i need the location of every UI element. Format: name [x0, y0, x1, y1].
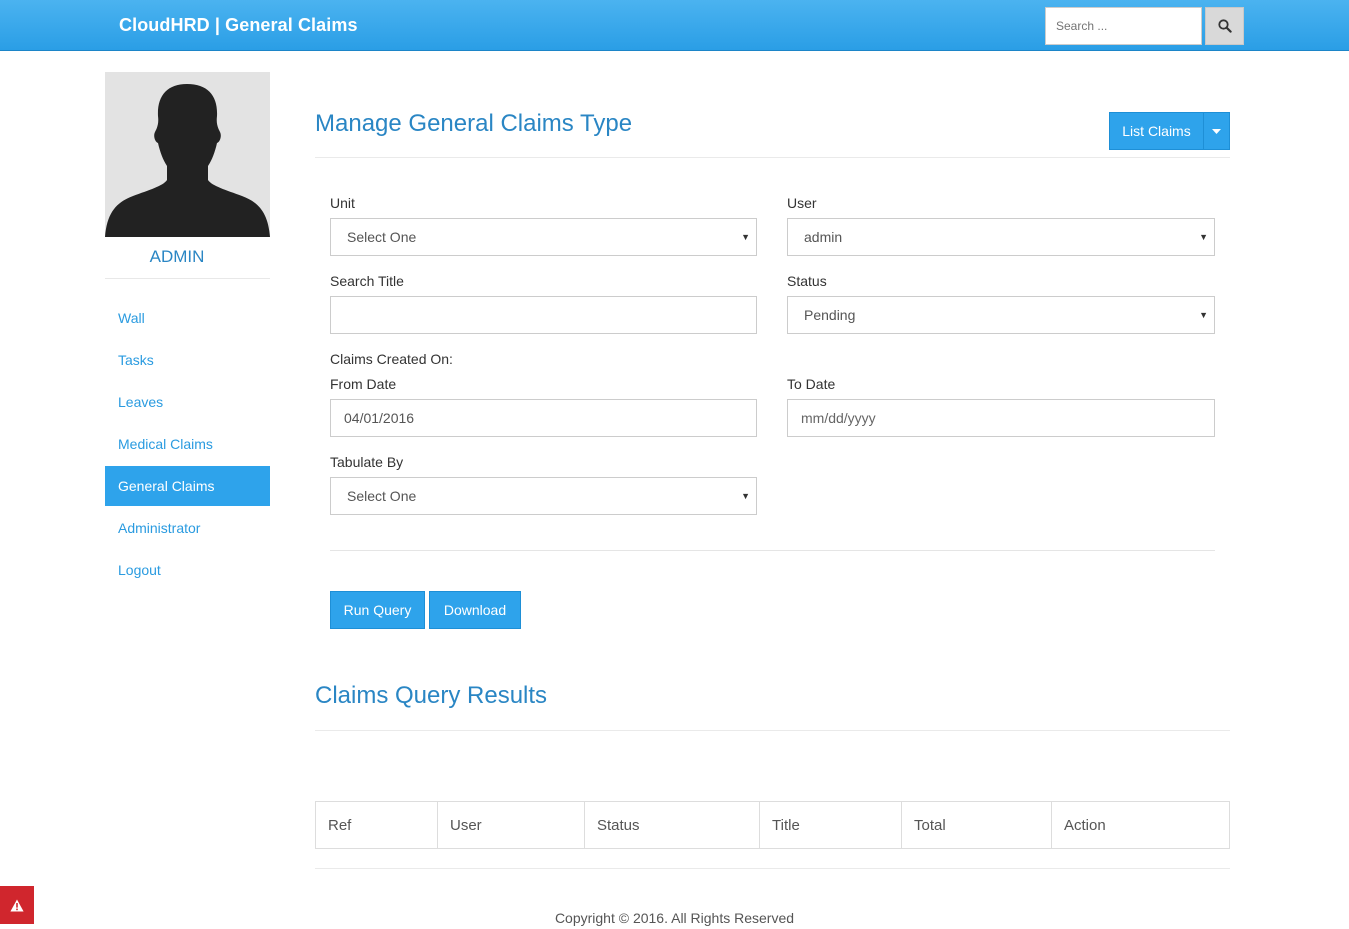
sidebar-nav: Wall Tasks Leaves Medical Claims General…	[105, 298, 270, 592]
search-button[interactable]	[1205, 7, 1244, 45]
user-silhouette-icon	[105, 84, 270, 237]
sidebar-item-general-claims[interactable]: General Claims	[105, 466, 270, 506]
page-title: Manage General Claims Type	[315, 110, 633, 137]
select-arrow-icon: ▼	[741, 232, 750, 242]
select-arrow-icon: ▼	[1199, 232, 1208, 242]
tabulate-by-select[interactable]: Select One ▼	[330, 477, 757, 515]
results-divider	[315, 730, 1230, 731]
app-brand[interactable]: CloudHRD | General Claims	[119, 15, 358, 36]
title-divider	[315, 157, 1230, 158]
top-navbar: CloudHRD | General Claims	[0, 0, 1349, 51]
results-title: Claims Query Results	[315, 682, 548, 709]
error-alert-button[interactable]	[0, 886, 34, 924]
column-header-total[interactable]: Total	[901, 801, 1052, 849]
caret-down-icon	[1212, 128, 1221, 134]
search-icon	[1217, 19, 1232, 33]
sidebar-item-medical-claims[interactable]: Medical Claims	[105, 424, 270, 464]
status-select[interactable]: Pending ▼	[787, 296, 1215, 334]
to-date-label: To Date	[787, 376, 836, 392]
avatar	[105, 72, 270, 237]
column-header-user[interactable]: User	[437, 801, 585, 849]
sidebar-item-logout[interactable]: Logout	[105, 550, 270, 590]
download-button[interactable]: Download	[429, 591, 521, 629]
from-date-input[interactable]: 04/01/2016	[330, 399, 757, 437]
unit-label: Unit	[330, 195, 355, 211]
sidebar-item-wall[interactable]: Wall	[105, 298, 270, 338]
column-header-ref[interactable]: Ref	[315, 801, 438, 849]
column-header-title[interactable]: Title	[759, 801, 902, 849]
list-claims-split-button: List Claims	[1109, 112, 1230, 150]
claims-created-label: Claims Created On:	[330, 351, 453, 367]
table-header-row: Ref User Status Title Total Action	[315, 801, 1230, 849]
sidebar-item-leaves[interactable]: Leaves	[105, 382, 270, 422]
unit-select-value: Select One	[347, 229, 417, 245]
warning-icon	[10, 899, 24, 911]
username-label: ADMIN	[149, 247, 205, 266]
sidebar-divider	[105, 278, 270, 279]
sidebar-item-administrator[interactable]: Administrator	[105, 508, 270, 548]
user-select-value: admin	[804, 229, 843, 245]
search-title-label: Search Title	[330, 273, 404, 289]
tabulate-by-label: Tabulate By	[330, 454, 404, 470]
search-input[interactable]	[1045, 7, 1202, 45]
select-arrow-icon: ▼	[1199, 310, 1208, 320]
column-header-action[interactable]: Action	[1051, 801, 1230, 849]
results-table: Ref User Status Title Total Action	[315, 801, 1230, 849]
status-label: Status	[787, 273, 827, 289]
select-arrow-icon: ▼	[741, 491, 750, 501]
footer-divider	[315, 868, 1230, 869]
form-divider	[330, 550, 1215, 551]
list-claims-dropdown-toggle[interactable]	[1204, 113, 1229, 149]
user-select[interactable]: admin ▼	[787, 218, 1215, 256]
status-select-value: Pending	[804, 307, 856, 323]
list-claims-button[interactable]: List Claims	[1110, 113, 1204, 149]
user-label: User	[787, 195, 817, 211]
column-header-status[interactable]: Status	[584, 801, 760, 849]
unit-select[interactable]: Select One ▼	[330, 218, 757, 256]
footer-copyright: Copyright © 2016. All Rights Reserved	[554, 910, 795, 926]
from-date-label: From Date	[330, 376, 397, 392]
to-date-placeholder: mm/dd/yyyy	[801, 410, 876, 426]
to-date-input[interactable]: mm/dd/yyyy	[787, 399, 1215, 437]
search-title-input[interactable]	[330, 296, 757, 334]
sidebar-item-tasks[interactable]: Tasks	[105, 340, 270, 380]
from-date-value: 04/01/2016	[344, 410, 415, 426]
tabulate-by-value: Select One	[347, 488, 417, 504]
run-query-button[interactable]: Run Query	[330, 591, 425, 629]
